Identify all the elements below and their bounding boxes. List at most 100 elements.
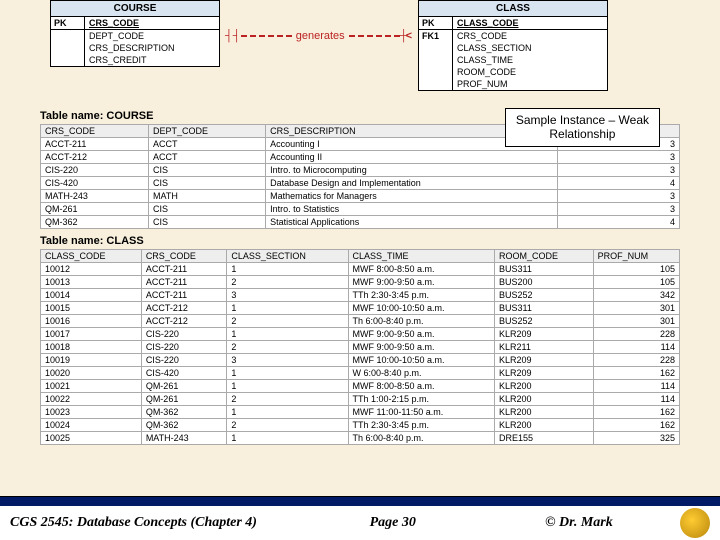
attr: CRS_CREDIT bbox=[85, 54, 219, 66]
cell: 325 bbox=[593, 432, 679, 445]
cell: MWF 9:00-9:50 a.m. bbox=[348, 276, 495, 289]
cell: Accounting II bbox=[266, 151, 558, 164]
table-row: 10022QM-2612TTh 1:00-2:15 p.m.KLR200114 bbox=[41, 393, 680, 406]
table-row: CIS-220CISIntro. to Microcomputing3 bbox=[41, 164, 680, 177]
cell: TTh 2:30-3:45 p.m. bbox=[348, 289, 495, 302]
table-row: QM-362CISStatistical Applications4 bbox=[41, 216, 680, 229]
cell: CIS-220 bbox=[141, 341, 227, 354]
table-row: QM-261CISIntro. to Statistics3 bbox=[41, 203, 680, 216]
table-row: 10025MATH-2431Th 6:00-8:40 p.m.DRE155325 bbox=[41, 432, 680, 445]
attr: DEPT_CODE bbox=[85, 30, 219, 42]
cell: 3 bbox=[227, 354, 348, 367]
table-row: 10013ACCT-2112MWF 9:00-9:50 a.m.BUS20010… bbox=[41, 276, 680, 289]
cell: KLR200 bbox=[495, 406, 594, 419]
cell: 3 bbox=[558, 190, 680, 203]
class-table-title: Table name: CLASS bbox=[40, 235, 680, 247]
cell: 162 bbox=[593, 419, 679, 432]
cell: 4 bbox=[558, 177, 680, 190]
pk-attr: CRS_CODE bbox=[85, 17, 219, 29]
cell: 10014 bbox=[41, 289, 142, 302]
cell: 105 bbox=[593, 276, 679, 289]
footer-left: CGS 2545: Database Concepts (Chapter 4) bbox=[10, 515, 300, 531]
attr: CLASS_SECTION bbox=[453, 42, 607, 54]
class-table: CLASS_CODECRS_CODECLASS_SECTIONCLASS_TIM… bbox=[40, 249, 680, 445]
relationship-label: generates bbox=[292, 30, 349, 42]
cell: QM-261 bbox=[41, 203, 149, 216]
column-header: DEPT_CODE bbox=[149, 125, 266, 138]
cell: Mathematics for Managers bbox=[266, 190, 558, 203]
cell: KLR200 bbox=[495, 393, 594, 406]
cell: 1 bbox=[227, 432, 348, 445]
cell: 3 bbox=[558, 151, 680, 164]
cell: ACCT bbox=[149, 138, 266, 151]
cell: QM-362 bbox=[41, 216, 149, 229]
cell: 10022 bbox=[41, 393, 142, 406]
cardinality-right-icon bbox=[400, 30, 410, 42]
caption-line1: Sample Instance – Weak bbox=[516, 113, 649, 127]
cell: 162 bbox=[593, 406, 679, 419]
cell: 1 bbox=[227, 367, 348, 380]
cell: Th 6:00-8:40 p.m. bbox=[348, 315, 495, 328]
caption-box: Sample Instance – Weak Relationship bbox=[505, 108, 660, 147]
cell: 3 bbox=[227, 289, 348, 302]
cell: QM-261 bbox=[141, 393, 227, 406]
cell: Intro. to Microcomputing bbox=[266, 164, 558, 177]
cell: KLR200 bbox=[495, 419, 594, 432]
cell: CIS-220 bbox=[41, 164, 149, 177]
pk-label: PK bbox=[51, 17, 85, 29]
cell: TTh 2:30-3:45 p.m. bbox=[348, 419, 495, 432]
column-header: ROOM_CODE bbox=[495, 250, 594, 263]
cell: CIS-220 bbox=[141, 354, 227, 367]
cell: ACCT-212 bbox=[141, 302, 227, 315]
table-row: 10023QM-3621MWF 11:00-11:50 a.m.KLR20016… bbox=[41, 406, 680, 419]
cell: BUS311 bbox=[495, 302, 594, 315]
cell: 10023 bbox=[41, 406, 142, 419]
divider-strip bbox=[0, 496, 720, 504]
erd-area: COURSE PK CRS_CODE DEPT_CODE CRS_DESCRIP… bbox=[0, 0, 720, 100]
cell: 4 bbox=[558, 216, 680, 229]
column-header: CLASS_SECTION bbox=[227, 250, 348, 263]
cell: 3 bbox=[558, 203, 680, 216]
cell: 2 bbox=[227, 419, 348, 432]
entity-course: COURSE PK CRS_CODE DEPT_CODE CRS_DESCRIP… bbox=[50, 0, 220, 67]
cell: MATH-243 bbox=[41, 190, 149, 203]
cell: KLR209 bbox=[495, 354, 594, 367]
column-header: CRS_CODE bbox=[41, 125, 149, 138]
cell: 10019 bbox=[41, 354, 142, 367]
cell: BUS252 bbox=[495, 315, 594, 328]
attr: ROOM_CODE bbox=[453, 66, 607, 78]
cell: MWF 9:00-9:50 a.m. bbox=[348, 328, 495, 341]
cell: MWF 9:00-9:50 a.m. bbox=[348, 341, 495, 354]
cell: MWF 10:00-10:50 a.m. bbox=[348, 354, 495, 367]
column-header: CLASS_CODE bbox=[41, 250, 142, 263]
fk-label: FK1 bbox=[419, 30, 453, 42]
cell: 10025 bbox=[41, 432, 142, 445]
cell: 10024 bbox=[41, 419, 142, 432]
cell: 1 bbox=[227, 302, 348, 315]
cell: Statistical Applications bbox=[266, 216, 558, 229]
attr: CLASS_TIME bbox=[453, 54, 607, 66]
cardinality-left-icon bbox=[225, 30, 241, 42]
attr: CRS_CODE bbox=[453, 30, 607, 42]
cell: 10013 bbox=[41, 276, 142, 289]
cell: 10012 bbox=[41, 263, 142, 276]
cell: 1 bbox=[227, 328, 348, 341]
entity-class: CLASS PK CLASS_CODE FK1CRS_CODE CLASS_SE… bbox=[418, 0, 608, 91]
cell: 228 bbox=[593, 328, 679, 341]
caption-line2: Relationship bbox=[516, 127, 649, 141]
cell: CIS-220 bbox=[141, 328, 227, 341]
cell: BUS200 bbox=[495, 276, 594, 289]
cell: 105 bbox=[593, 263, 679, 276]
cell: MWF 10:00-10:50 a.m. bbox=[348, 302, 495, 315]
cell: 301 bbox=[593, 315, 679, 328]
footer-page: Page 30 bbox=[300, 515, 486, 531]
cell: W 6:00-8:40 p.m. bbox=[348, 367, 495, 380]
attr: PROF_NUM bbox=[453, 78, 607, 90]
entity-course-title: COURSE bbox=[51, 1, 219, 17]
cell: QM-261 bbox=[141, 380, 227, 393]
cell: MWF 11:00-11:50 a.m. bbox=[348, 406, 495, 419]
table-row: 10016ACCT-2122Th 6:00-8:40 p.m.BUS252301 bbox=[41, 315, 680, 328]
cell: BUS311 bbox=[495, 263, 594, 276]
relationship-line: generates bbox=[225, 30, 410, 42]
table-row: ACCT-212ACCTAccounting II3 bbox=[41, 151, 680, 164]
